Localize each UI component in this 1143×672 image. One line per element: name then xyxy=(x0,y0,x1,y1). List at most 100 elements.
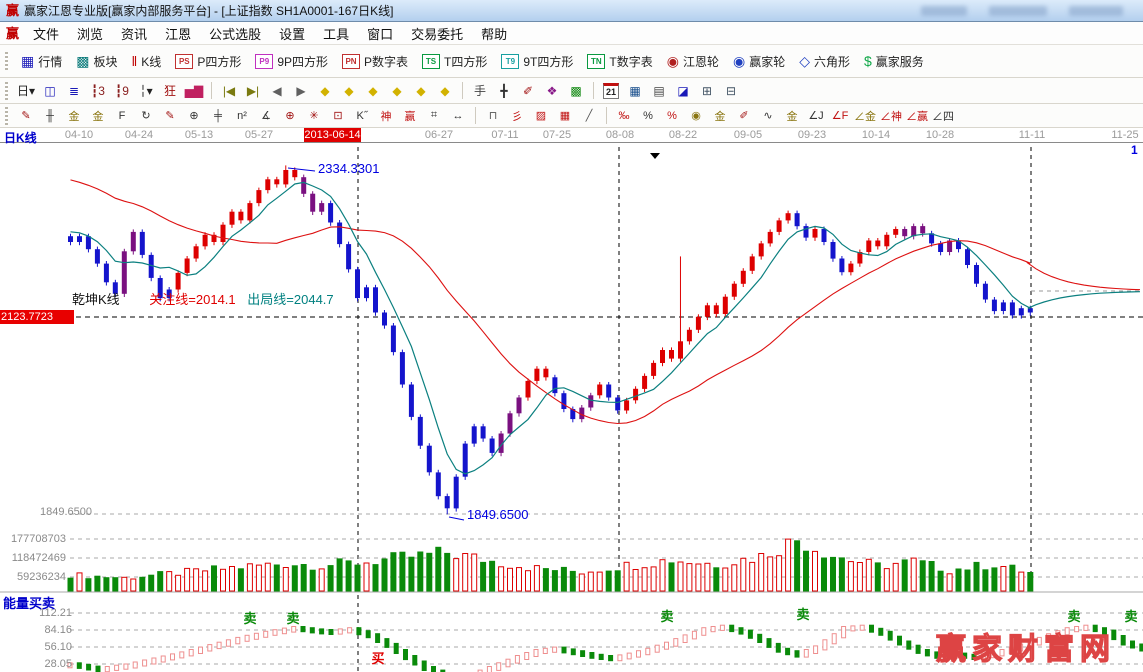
gold-grid-b-button[interactable]: 金 xyxy=(87,107,109,124)
gann-wheel-button[interactable]: ◉江恩轮 xyxy=(660,50,726,73)
angle-j-button[interactable]: ∠J xyxy=(805,107,827,124)
menu-公式选股[interactable]: 公式选股 xyxy=(200,22,270,45)
mark-tool-button[interactable]: ✐ xyxy=(517,81,539,100)
menu-文件[interactable]: 文件 xyxy=(24,22,68,45)
first-bar-button[interactable]: |◀ xyxy=(218,81,240,100)
diamond-left-button[interactable]: ◆ xyxy=(314,81,336,100)
menu-帮助[interactable]: 帮助 xyxy=(472,22,516,45)
menu-资讯[interactable]: 资讯 xyxy=(112,22,156,45)
ying-tool-button[interactable]: 赢 xyxy=(399,107,421,124)
chart-region[interactable]: 乾坤K线 关注线=2014.1 出局线=2044.7 1 xyxy=(0,143,1143,672)
red-grid-target-button[interactable]: ⊡ xyxy=(327,107,349,124)
angle-f-button[interactable]: ∠F xyxy=(829,107,851,124)
red-fan-button[interactable]: 彡 xyxy=(506,107,528,124)
gold-lines-button[interactable]: 金 xyxy=(709,107,731,124)
copy-web-button[interactable]: ⊞ xyxy=(696,81,718,100)
hexagon-button[interactable]: ◇六角形 xyxy=(792,50,857,73)
prev-bar-button[interactable]: ◀ xyxy=(266,81,288,100)
angle-si-button[interactable]: ∠四 xyxy=(931,107,955,124)
period-select-button[interactable]: 日▾ xyxy=(15,81,37,100)
shen-tool-button[interactable]: 神 xyxy=(375,107,397,124)
winner-wheel-label: 赢家轮 xyxy=(749,53,785,70)
red-line-box-button[interactable]: ▦ xyxy=(554,107,576,124)
t-number-table-button[interactable]: TNT数字表 xyxy=(580,50,659,73)
red-pen-button[interactable]: ✎ xyxy=(15,107,37,124)
gold-coin-button[interactable]: ◉ xyxy=(685,107,707,124)
kline-button[interactable]: ‖K线 xyxy=(125,50,169,73)
color-chart-button[interactable]: ▅▇ xyxy=(183,81,205,100)
spiral-button[interactable]: ↻ xyxy=(135,107,157,124)
save-button[interactable]: ◪ xyxy=(672,81,694,100)
t-square-button[interactable]: TST四方形 xyxy=(415,50,494,73)
comb-lines-2-button[interactable]: ╪ xyxy=(207,107,229,124)
crosshair-tool-button[interactable]: ╋ xyxy=(493,81,515,100)
9p-square-button[interactable]: P99P四方形 xyxy=(248,50,335,73)
comb-lines-button[interactable]: ╫ xyxy=(39,107,61,124)
gold-lines-2-button[interactable]: 金 xyxy=(781,107,803,124)
last-bar-button[interactable]: ▶| xyxy=(242,81,264,100)
chart-3-button[interactable]: ┇3 xyxy=(87,81,109,100)
notepad-button[interactable]: ▤ xyxy=(648,81,670,100)
winner-wheel-button[interactable]: ◉赢家轮 xyxy=(726,50,792,73)
angle-ying-button[interactable]: ∠赢 xyxy=(905,107,929,124)
angle-shen-button[interactable]: ∠神 xyxy=(879,107,903,124)
candle-style-button[interactable]: ╎▾ xyxy=(135,81,157,100)
info-board-button[interactable]: ≣ xyxy=(63,81,85,100)
frame-tool-button[interactable]: ⊓ xyxy=(482,107,504,124)
menu-设置[interactable]: 设置 xyxy=(270,22,314,45)
trough-annotation: 1849.6500 xyxy=(467,507,528,522)
diamond-expand-button[interactable]: ◆ xyxy=(362,81,384,100)
quotes-button[interactable]: ▦行情 xyxy=(14,50,69,73)
sectors-button[interactable]: ▩板块 xyxy=(69,50,124,73)
winner-service-button[interactable]: $赢家服务 xyxy=(857,50,931,73)
9t-square-button[interactable]: T99T四方形 xyxy=(494,50,580,73)
angle-fan-button[interactable]: ∡ xyxy=(255,107,277,124)
volume-bar xyxy=(418,552,423,591)
pct-button[interactable]: % xyxy=(637,107,659,124)
red-target-button[interactable]: ⊕ xyxy=(279,107,301,124)
kuang-tool-button[interactable]: 狂 xyxy=(159,81,181,100)
compass-circle-button[interactable]: ⊕ xyxy=(183,107,205,124)
calculator-button[interactable]: ▦ xyxy=(624,81,646,100)
ruler-123-button[interactable]: ⌗ xyxy=(423,107,445,124)
diamond-compress-button[interactable]: ◆ xyxy=(386,81,408,100)
toolbar-grip[interactable] xyxy=(5,107,8,125)
purple-tool-button[interactable]: ❖ xyxy=(541,81,563,100)
chart-9-button[interactable]: ┇9 xyxy=(111,81,133,100)
diamond-right-button[interactable]: ◆ xyxy=(338,81,360,100)
p-square-button[interactable]: PSP四方形 xyxy=(168,50,248,73)
k-quote-button[interactable]: K˝ xyxy=(351,107,373,124)
drag-pen-button[interactable]: ✐ xyxy=(733,107,755,124)
window-layout-button[interactable]: ◫ xyxy=(39,81,61,100)
menu-工具[interactable]: 工具 xyxy=(314,22,358,45)
grid-tool-button[interactable]: ▩ xyxy=(565,81,587,100)
f-lines-button[interactable]: F xyxy=(111,107,133,124)
menu-交易委托[interactable]: 交易委托 xyxy=(402,22,472,45)
next-bar-button[interactable]: ▶ xyxy=(290,81,312,100)
toolbar-grip[interactable] xyxy=(5,82,8,100)
volume-bar xyxy=(355,565,360,591)
gold-grid-a-button[interactable]: 金 xyxy=(63,107,85,124)
menu-浏览[interactable]: 浏览 xyxy=(68,22,112,45)
red-pen-2-button[interactable]: ✎ xyxy=(159,107,181,124)
diag-pen-button[interactable]: ╱ xyxy=(578,107,600,124)
n-square-button[interactable]: n² xyxy=(231,107,253,124)
menu-窗口[interactable]: 窗口 xyxy=(358,22,402,45)
menu-江恩[interactable]: 江恩 xyxy=(156,22,200,45)
hand-tool-button[interactable]: 手 xyxy=(469,81,491,100)
main-chart-canvas[interactable] xyxy=(0,143,1143,672)
pct-kuang-button[interactable]: ‰ xyxy=(613,107,635,124)
span-arrows-button[interactable]: ↔ xyxy=(447,107,469,124)
calendar-21-button[interactable]: 21 xyxy=(600,81,622,100)
pct-line-button[interactable]: % xyxy=(661,107,683,124)
angle-gold-button[interactable]: ∠金 xyxy=(853,107,877,124)
diamond-cross-button[interactable]: ◆ xyxy=(434,81,456,100)
p-number-table-button[interactable]: PNP数字表 xyxy=(335,50,415,73)
wave-button[interactable]: ∿ xyxy=(757,107,779,124)
print-button[interactable]: ⊟ xyxy=(720,81,742,100)
volume-bar xyxy=(741,558,746,591)
red-web-button[interactable]: ✳ xyxy=(303,107,325,124)
toolbar-grip[interactable] xyxy=(5,52,8,70)
red-fan-box-button[interactable]: ▨ xyxy=(530,107,552,124)
diamond-star-button[interactable]: ◆ xyxy=(410,81,432,100)
